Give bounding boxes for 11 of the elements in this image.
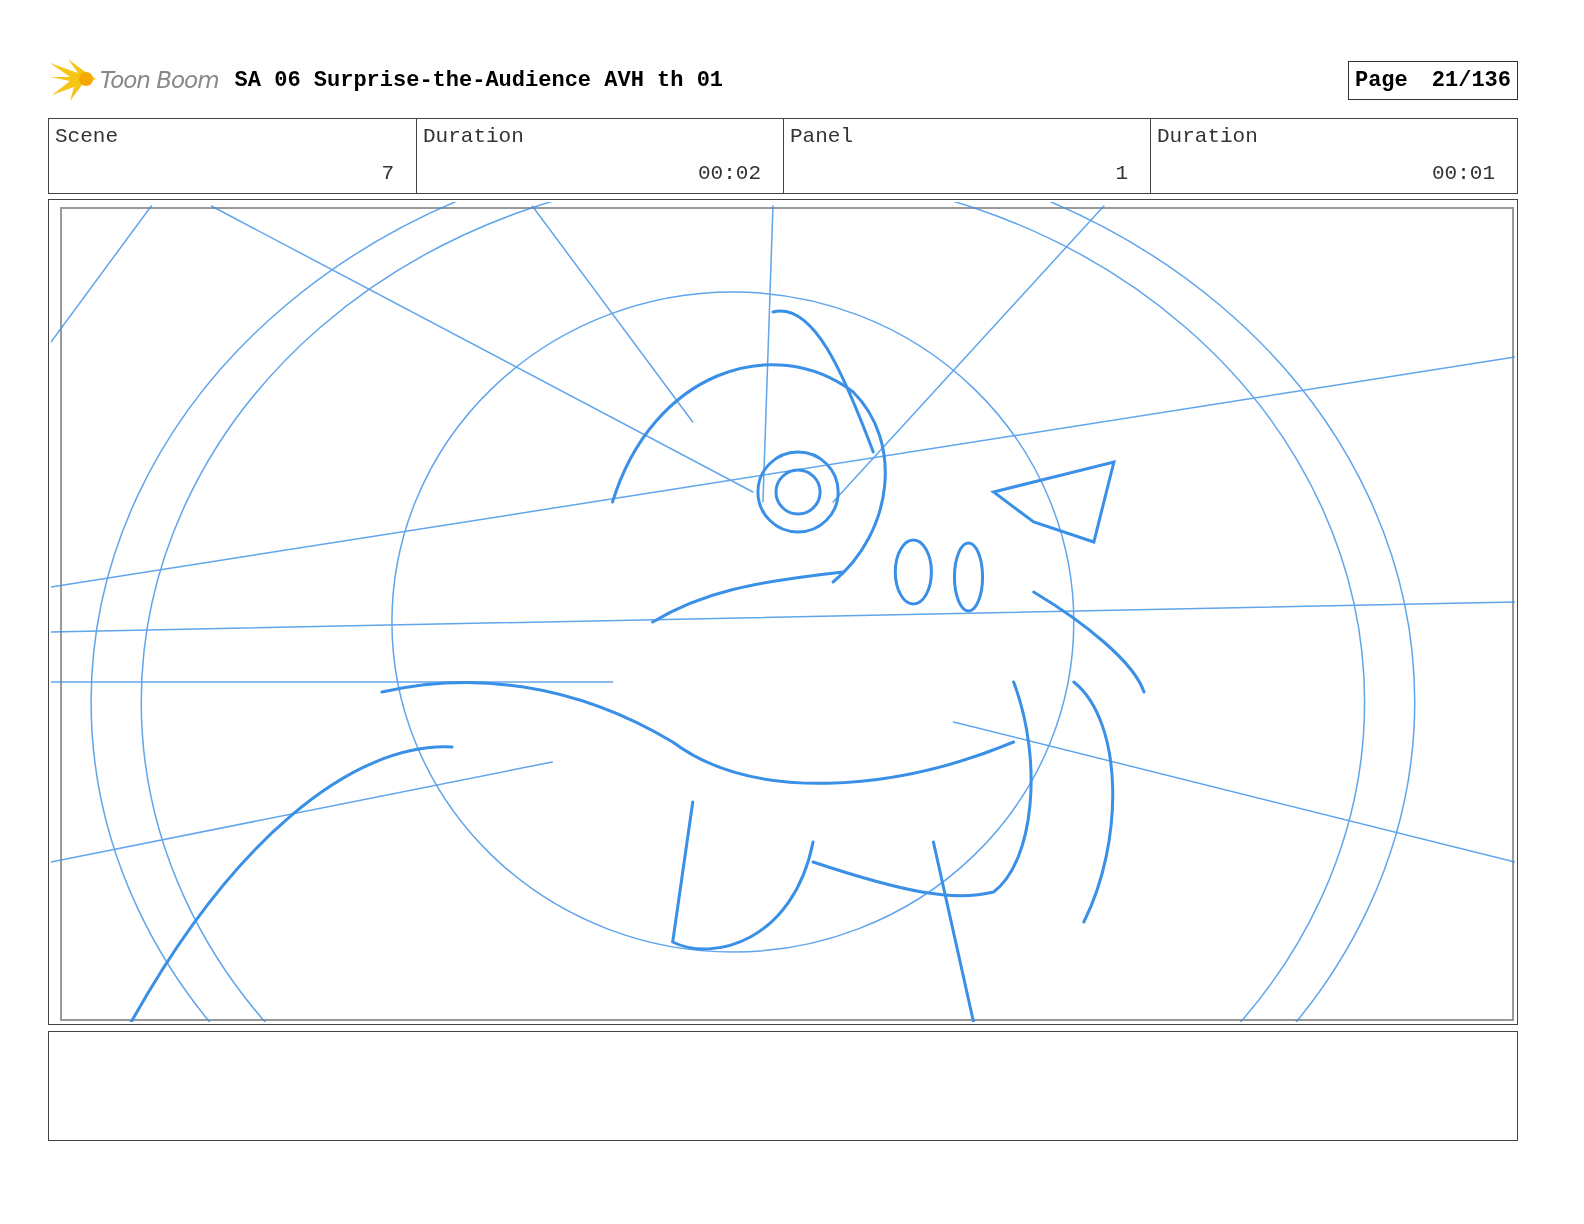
field-label: Duration bbox=[423, 125, 525, 148]
board-title: SA 06 Surprise-the-Audience AVH th 01 bbox=[234, 67, 725, 93]
field-label: Panel bbox=[790, 125, 854, 148]
field-value: 00:02 bbox=[698, 162, 761, 185]
field-label: Duration bbox=[1157, 125, 1259, 148]
field-value: 00:01 bbox=[1432, 162, 1495, 185]
field-label: Scene bbox=[55, 125, 119, 148]
page-counter: Page 21/136 bbox=[1347, 60, 1518, 100]
logo-text: Toon Boom bbox=[100, 67, 219, 93]
field-value: 1 bbox=[1115, 162, 1128, 185]
field-value: 7 bbox=[381, 162, 394, 185]
